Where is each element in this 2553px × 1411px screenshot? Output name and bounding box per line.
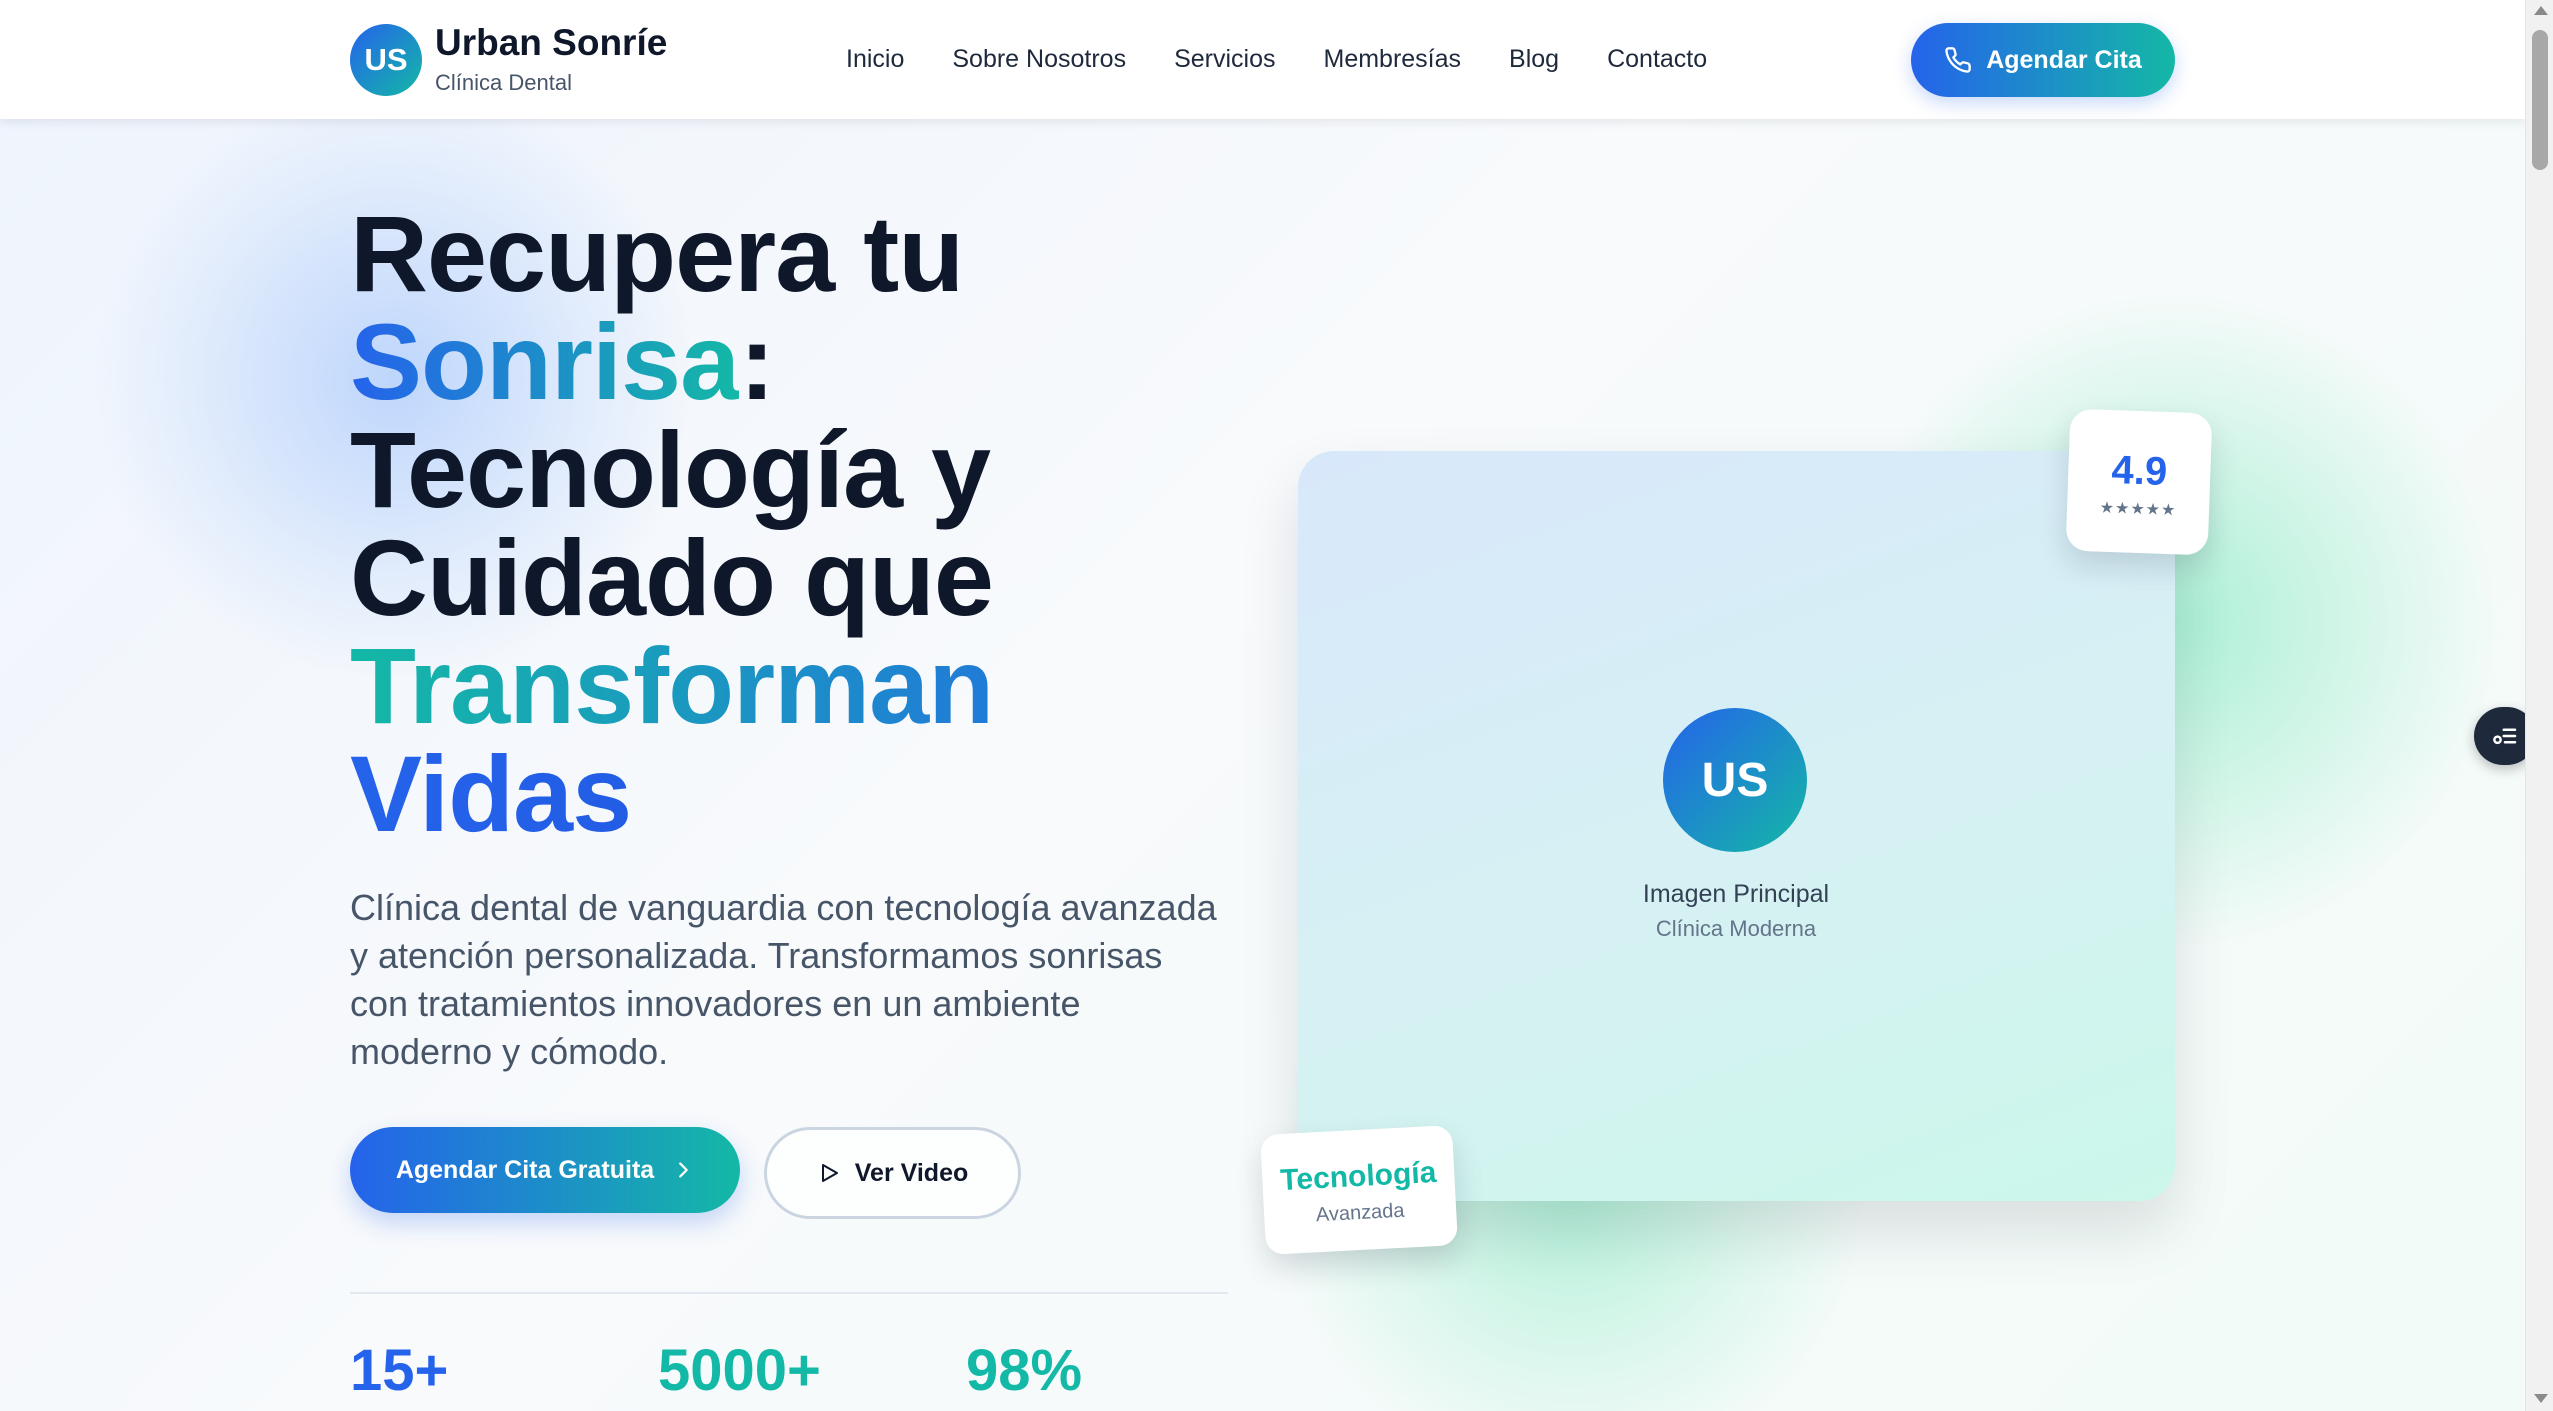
ver-video-label: Ver Video	[854, 1158, 969, 1187]
technology-subtitle: Avanzada	[1315, 1199, 1406, 1227]
hero-title-line-3: Tecnología y	[350, 409, 991, 530]
hero-title-line-2: Sonrisa:	[350, 308, 1250, 416]
hero-highlight-transforman: Transforman	[350, 632, 1250, 740]
rating-card: 4.9 ★★★★★	[2065, 408, 2213, 556]
rating-stars: ★★★★★	[2099, 499, 2177, 520]
nav-contacto[interactable]: Contacto	[1607, 42, 1707, 76]
play-icon	[821, 1164, 838, 1182]
technology-card: Tecnología Avanzada	[1259, 1125, 1459, 1255]
agendar-cita-gratuita-label: Agendar Cita Gratuita	[395, 1155, 655, 1184]
site-header: US Urban Sonríe Clínica Dental Inicio So…	[0, 0, 2525, 119]
nav-blog[interactable]: Blog	[1509, 42, 1559, 76]
nav-membresias[interactable]: Membresías	[1324, 42, 1462, 76]
hero-highlight-vidas: Vidas	[350, 740, 1250, 848]
page: US Urban Sonríe Clínica Dental Inicio So…	[0, 0, 2525, 1411]
hero-title-line-1: Recupera tu	[350, 193, 964, 314]
hero-description: Clínica dental de vanguardia con tecnolo…	[350, 887, 1217, 1072]
stat-satisfaction: 98%	[966, 1338, 1083, 1403]
main-nav: Inicio Sobre Nosotros Servicios Membresí…	[846, 42, 1755, 76]
chevron-right-icon	[679, 1162, 688, 1178]
logo-badge[interactable]: US	[350, 24, 422, 96]
hero-title-line-4: Cuidado que	[350, 517, 994, 638]
scroll-down-arrow-icon[interactable]	[2534, 1394, 2548, 1403]
nav-inicio[interactable]: Inicio	[846, 42, 904, 76]
nav-servicios[interactable]: Servicios	[1174, 42, 1275, 76]
brand-subtitle: Clínica Dental	[435, 70, 572, 95]
stat-patients: 5000+	[658, 1338, 821, 1403]
image-sublabel: Clínica Moderna	[1655, 916, 1817, 941]
hero-highlight-sonrisa: Sonrisa	[350, 301, 740, 422]
phone-icon	[1945, 47, 1972, 73]
hero-title: Recupera tu Sonrisa: Tecnología y Cuidad…	[350, 200, 1250, 848]
hero-title-colon: :	[739, 301, 775, 422]
stats-divider	[350, 1292, 1228, 1294]
ver-video-button[interactable]: Ver Video	[764, 1127, 1021, 1219]
stat-years: 15+	[350, 1338, 449, 1403]
brand-name[interactable]: Urban Sonríe	[435, 22, 667, 64]
technology-title: Tecnología	[1279, 1155, 1438, 1198]
vertical-scrollbar[interactable]	[2525, 0, 2553, 1411]
scroll-up-arrow-icon[interactable]	[2534, 6, 2548, 15]
image-label: Imagen Principal	[1642, 880, 1830, 908]
image-badge: US	[1663, 708, 1807, 852]
nav-sobre-nosotros[interactable]: Sobre Nosotros	[952, 42, 1126, 76]
rating-value: 4.9	[2110, 448, 2168, 494]
settings-list-icon	[2493, 728, 2517, 745]
agendar-cita-gratuita-button[interactable]: Agendar Cita Gratuita	[350, 1127, 740, 1213]
agendar-cita-label: Agendar Cita	[1986, 45, 2142, 74]
scroll-thumb[interactable]	[2532, 30, 2548, 170]
floating-tool-button[interactable]	[2474, 707, 2525, 765]
agendar-cita-button[interactable]: Agendar Cita	[1911, 23, 2175, 97]
